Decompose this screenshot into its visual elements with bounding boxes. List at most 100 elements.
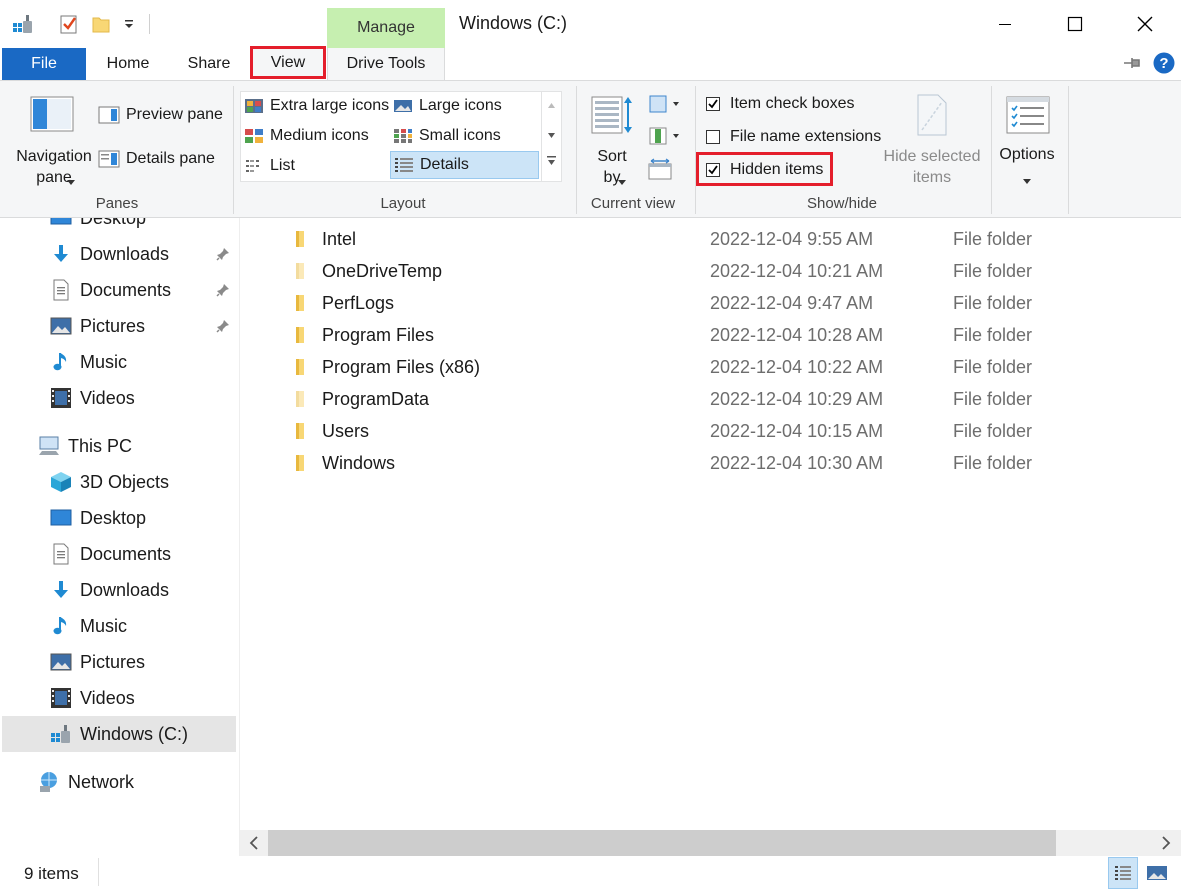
folder-icon (290, 454, 312, 472)
hidden-items-checkbox[interactable] (706, 163, 720, 177)
table-row[interactable]: OneDriveTemp 2022-12-04 10:21 AM File fold… (290, 255, 1170, 287)
help-icon[interactable]: ? (1153, 52, 1175, 74)
details-view-icon (395, 158, 413, 172)
nav-pc-music[interactable]: Music (50, 609, 127, 643)
details-view-icon (1115, 866, 1131, 880)
nav-pc-desktop[interactable]: Desktop (50, 501, 146, 535)
nav-pc-pictures-label: Pictures (80, 651, 146, 672)
scroll-left-chevron-icon[interactable] (248, 836, 260, 850)
navigation-pane-icon[interactable] (30, 96, 74, 132)
file-name: Program Files (322, 324, 435, 345)
scroll-right-chevron-icon[interactable] (1160, 836, 1172, 850)
file-date-modified: 2022-12-04 9:55 AM (710, 228, 874, 249)
nav-quick-pictures-label: Pictures (80, 315, 146, 336)
maximize-button[interactable] (1040, 0, 1110, 48)
options-icon[interactable] (1006, 96, 1050, 134)
file-name-extensions-checkbox[interactable] (706, 130, 720, 144)
preview-pane-icon (98, 106, 120, 124)
details-pane-icon[interactable] (98, 149, 120, 169)
drive-properties-icon[interactable] (12, 12, 34, 36)
file-name: ProgramData (322, 388, 430, 409)
medium-icons-icon (245, 129, 263, 143)
folder-icon (290, 230, 312, 248)
tab-manage[interactable]: Manage (327, 8, 445, 48)
minimize-button[interactable] (970, 0, 1040, 48)
layout-list[interactable]: List (244, 152, 390, 180)
nav-quick-videos[interactable]: Videos (50, 381, 135, 415)
table-row[interactable]: Intel 2022-12-04 9:55 AM File folder (290, 223, 1170, 255)
tab-share[interactable]: Share (172, 48, 246, 80)
tab-drive-tools[interactable]: Drive Tools (327, 48, 445, 80)
nav-network[interactable]: Network (38, 765, 134, 799)
sort-by-button[interactable]: Sort by (588, 146, 636, 188)
properties-check-icon[interactable] (58, 12, 80, 36)
add-columns-icon[interactable] (648, 126, 684, 146)
documents-icon (50, 279, 72, 301)
hide-selected-items-button[interactable]: Hide selected items (880, 146, 984, 188)
file-date-modified: 2022-12-04 9:47 AM (710, 292, 874, 313)
nav-quick-documents[interactable]: Documents (50, 273, 171, 307)
layout-medium-icons[interactable]: Medium icons (244, 122, 390, 150)
sort-by-icon[interactable] (590, 93, 634, 137)
layout-details[interactable]: Details (390, 151, 539, 179)
pin-icon[interactable] (216, 283, 230, 297)
scrollbar-thumb[interactable] (268, 830, 1056, 856)
nav-pc-documents[interactable]: Documents (50, 537, 171, 571)
folder-icon (290, 262, 312, 280)
layout-large-icons[interactable]: Large icons (393, 92, 539, 120)
tab-file[interactable]: File (2, 48, 86, 80)
tab-view[interactable]: View (250, 46, 326, 79)
file-name-extensions-label: File name extensions (730, 128, 882, 145)
table-row[interactable]: ProgramData 2022-12-04 10:29 AM File folde… (290, 383, 1170, 415)
layout-gallery-scroller[interactable] (541, 92, 561, 181)
table-row[interactable]: Windows 2022-12-04 10:30 AM File folder (290, 447, 1170, 479)
table-row[interactable]: Program Files 2022-12-04 10:28 AM File fol… (290, 319, 1170, 351)
item-check-boxes-checkbox[interactable] (706, 97, 720, 111)
file-name-extensions-option[interactable]: File name extensions (706, 128, 881, 146)
nav-quick-desktop[interactable]: Desktop (50, 218, 146, 230)
file-name: Program Files (x86) (322, 356, 481, 377)
layout-small-icons-label: Small icons (419, 127, 501, 144)
options-button[interactable]: Options (996, 146, 1058, 164)
new-folder-icon[interactable] (90, 12, 112, 36)
item-check-boxes-option[interactable]: Item check boxes (706, 95, 855, 113)
this-pc-icon (38, 435, 60, 457)
hidden-items-option[interactable]: Hidden items (706, 161, 823, 179)
close-button[interactable] (1110, 0, 1180, 48)
file-name: Users (322, 420, 370, 441)
nav-pc-pictures[interactable]: Pictures (50, 645, 145, 679)
nav-this-pc[interactable]: This PC (38, 429, 132, 463)
layout-extra-large-icons[interactable]: Extra large icons (244, 92, 390, 120)
table-row[interactable]: PerfLogs 2022-12-04 9:47 AM File folder (290, 287, 1170, 319)
nav-pc-3d-objects[interactable]: 3D Objects (50, 465, 169, 499)
customize-toolbar-chevron-down-icon[interactable] (118, 12, 140, 36)
preview-pane-label[interactable]: Preview pane (126, 106, 223, 124)
group-by-icon[interactable] (648, 94, 684, 114)
nav-quick-music[interactable]: Music (50, 345, 127, 379)
navigation-pane-button[interactable]: Navigation pane (14, 146, 94, 188)
nav-pc-downloads[interactable]: Downloads (50, 573, 169, 607)
file-type: File folder (953, 260, 1033, 281)
details-pane-label[interactable]: Details pane (126, 150, 215, 168)
large-icons-view-button[interactable] (1142, 857, 1172, 889)
file-name: Intel (322, 228, 357, 249)
preview-pane-button[interactable] (98, 105, 120, 125)
pin-icon[interactable] (216, 319, 230, 333)
pin-ribbon-icon[interactable] (1122, 55, 1144, 71)
layout-small-icons[interactable]: Small icons (393, 122, 539, 150)
layout-group-label: Layout (380, 195, 426, 212)
nav-pc-videos[interactable]: Videos (50, 681, 135, 715)
nav-quick-downloads[interactable]: Downloads (50, 237, 169, 271)
nav-quick-pictures[interactable]: Pictures (50, 309, 145, 343)
window-title: Windows (C:) (459, 13, 568, 33)
hidden-items-label: Hidden items (730, 161, 824, 178)
videos-icon (50, 387, 72, 409)
size-columns-to-fit-icon[interactable] (648, 158, 672, 180)
table-row[interactable]: Users 2022-12-04 10:15 AM File folder (290, 415, 1170, 447)
details-view-button[interactable] (1108, 857, 1138, 889)
ribbon-divider (576, 86, 577, 214)
table-row[interactable]: Program Files (x86) 2022-12-04 10:22 AM Fi… (290, 351, 1170, 383)
pin-icon[interactable] (216, 247, 230, 261)
nav-pc-windows-c[interactable]: Windows (C:) (50, 717, 188, 751)
tab-home[interactable]: Home (92, 48, 164, 80)
